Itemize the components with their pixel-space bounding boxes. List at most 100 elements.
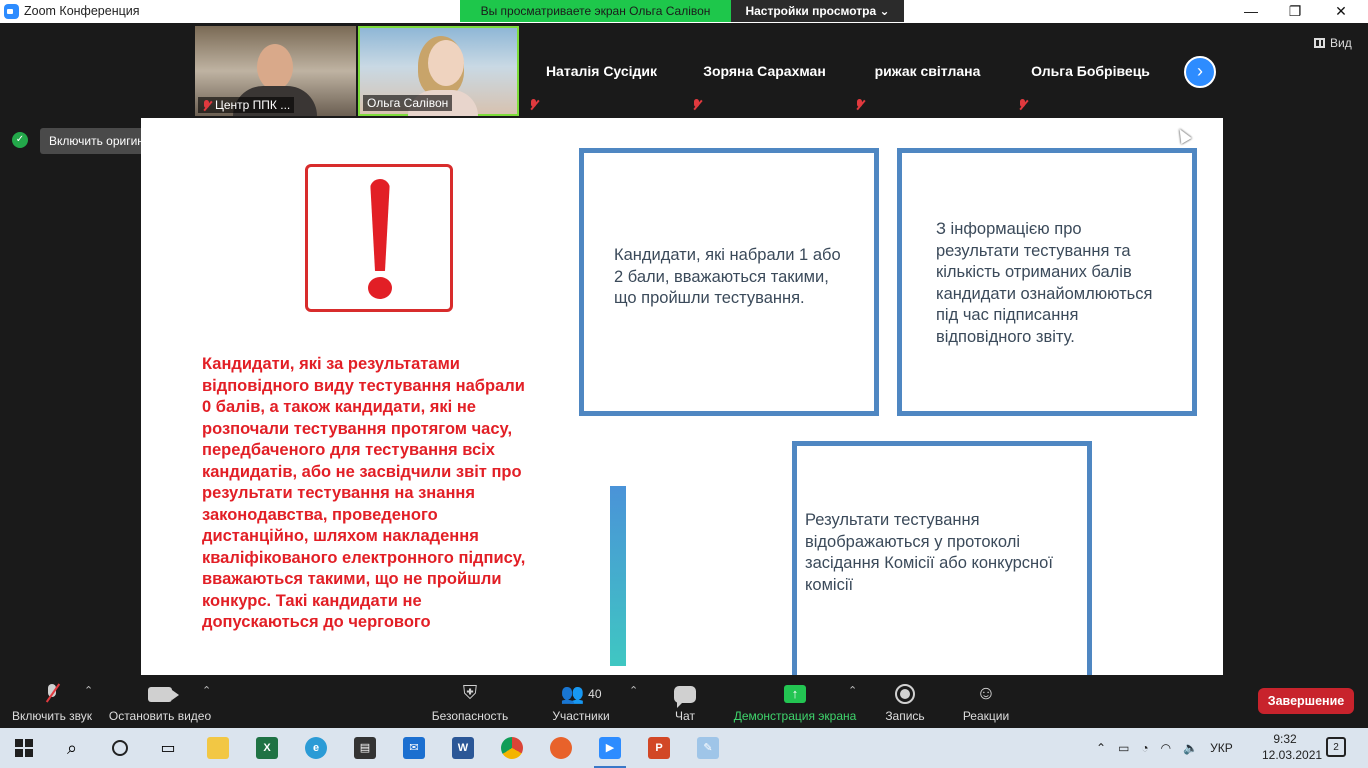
- start-button[interactable]: [0, 728, 48, 768]
- participants-options-caret[interactable]: ⌃: [629, 684, 638, 697]
- security-button[interactable]: ⛨ Безопасность: [428, 681, 512, 723]
- excel-icon: X: [256, 737, 278, 759]
- word-icon: W: [452, 737, 474, 759]
- participants-button[interactable]: 👥 40 Участники: [548, 681, 614, 723]
- microphone-muted-icon: [46, 684, 58, 704]
- participant-tile-name[interactable]: рижак світлана: [847, 26, 1008, 116]
- mic-muted-icon: [855, 99, 864, 110]
- search-icon: ⌕: [66, 737, 78, 758]
- paint-palette-icon: ✎: [697, 737, 719, 759]
- clock-date: 12.03.2021: [1262, 748, 1323, 762]
- share-screen-button[interactable]: ↑ Демонстрация экрана: [731, 681, 859, 723]
- participant-tile-video[interactable]: Центр ППК ...: [195, 26, 356, 116]
- taskbar-clock[interactable]: 9:32 12.03.2021: [1262, 731, 1323, 763]
- store-bag-icon: ▤: [354, 737, 376, 759]
- end-meeting-button[interactable]: Завершение: [1258, 688, 1354, 714]
- unmute-button[interactable]: Включить звук: [8, 681, 96, 723]
- participant-name: рижак світлана: [874, 63, 981, 79]
- participant-face: [257, 44, 293, 90]
- chevron-right-icon: ›: [1197, 61, 1203, 81]
- taskbar-file-explorer[interactable]: [194, 728, 242, 768]
- windows-taskbar: ⌕ ▭ X e ▤ ✉ W ▶ P ✎ ⌃ ▭ ◔ ◠ 🔈 УКР 9:32 1…: [0, 728, 1368, 768]
- participant-face: [428, 40, 464, 86]
- view-grid-icon: [1314, 38, 1325, 48]
- zoom-app-icon: [4, 4, 19, 19]
- participants-label: Участники: [552, 709, 610, 723]
- slide-info-box-2: З інформацією про результати тестування …: [897, 148, 1197, 416]
- record-icon: [895, 684, 915, 704]
- chat-button[interactable]: Чат: [665, 681, 705, 723]
- taskbar-word[interactable]: W: [439, 728, 487, 768]
- taskbar-store[interactable]: ▤: [341, 728, 389, 768]
- view-label: Вид: [1330, 36, 1352, 50]
- volume-icon[interactable]: 🔈: [1183, 741, 1198, 755]
- share-options-caret[interactable]: ⌃: [848, 684, 857, 697]
- slide-red-text: Кандидати, які за результатами відповідн…: [202, 355, 526, 631]
- video-camera-icon: [148, 686, 179, 702]
- restore-button[interactable]: ❐: [1272, 0, 1318, 23]
- stop-video-button[interactable]: Остановить видео: [106, 681, 214, 723]
- windows-logo-icon: [15, 739, 33, 757]
- reactions-button[interactable]: ☺ Реакции: [958, 681, 1014, 723]
- participant-name: Зоряна Сарахман: [703, 63, 826, 79]
- taskbar-mail[interactable]: ✉: [390, 728, 438, 768]
- cortana-button[interactable]: [96, 728, 144, 768]
- taskbar-paint[interactable]: ✎: [684, 728, 732, 768]
- taskbar-excel[interactable]: X: [243, 728, 291, 768]
- language-indicator[interactable]: УКР: [1210, 741, 1233, 755]
- wifi-icon[interactable]: ◠: [1161, 741, 1171, 755]
- presentation-icon: P: [648, 737, 670, 759]
- search-button[interactable]: ⌕: [48, 728, 96, 768]
- taskbar-presentation[interactable]: P: [635, 728, 683, 768]
- slide-info-box-1: Кандидати, які набрали 1 або 2 бали, вва…: [579, 148, 879, 416]
- mail-icon: ✉: [403, 737, 425, 759]
- reactions-label: Реакции: [962, 709, 1010, 723]
- mic-muted-icon: [692, 99, 701, 110]
- close-button[interactable]: ✕: [1318, 0, 1364, 23]
- taskbar-zoom[interactable]: ▶: [586, 728, 634, 768]
- edge-icon: e: [305, 737, 327, 759]
- task-view-button[interactable]: ▭: [144, 728, 192, 768]
- mic-muted-icon: [1018, 99, 1027, 110]
- cortana-circle-icon: [112, 740, 128, 756]
- audio-options-caret[interactable]: ⌃: [84, 684, 93, 697]
- share-screen-arrow-icon: ↑: [784, 685, 806, 703]
- participant-tile-name[interactable]: Зоряна Сарахман: [684, 26, 845, 116]
- viewing-screen-label: Вы просматриваете экран Ольга Салівон: [460, 0, 731, 22]
- video-options-caret[interactable]: ⌃: [202, 684, 211, 697]
- participant-name: Наталія Сусідик: [545, 63, 658, 79]
- chat-label: Чат: [675, 709, 695, 723]
- taskbar-firefox[interactable]: [537, 728, 585, 768]
- participant-name: Ольга Салівон: [367, 96, 449, 110]
- chat-bubble-icon: [674, 685, 696, 708]
- firefox-icon: [550, 737, 572, 759]
- stop-video-label: Остановить видео: [108, 709, 212, 723]
- participant-name: Ольга Бобрівець: [1031, 63, 1150, 79]
- tray-expand-icon[interactable]: ⌃: [1096, 741, 1106, 755]
- window-titlebar: Zoom Конференция Вы просматриваете экран…: [0, 0, 1368, 23]
- view-settings-button[interactable]: Настройки просмотра ⌄: [731, 0, 904, 22]
- network-icon[interactable]: ◔: [1141, 741, 1148, 755]
- view-button[interactable]: Вид: [1314, 36, 1352, 50]
- exclamation-warning-icon: [305, 164, 453, 312]
- zoom-icon: ▶: [599, 737, 621, 759]
- participants-icon: 👥: [560, 684, 585, 705]
- slide-info-box-3: Результати тестування відображаються у п…: [792, 441, 1092, 675]
- battery-icon[interactable]: ▭: [1118, 741, 1129, 755]
- record-button[interactable]: Запись: [880, 681, 930, 723]
- encryption-shield-icon[interactable]: ✓: [12, 132, 28, 148]
- taskbar-edge[interactable]: e: [292, 728, 340, 768]
- participant-name-tag: Ольга Салівон: [363, 95, 453, 111]
- mouse-cursor-icon: [1174, 125, 1192, 145]
- share-screen-label: Демонстрация экрана: [733, 709, 857, 723]
- participants-count: 40: [588, 687, 602, 701]
- participant-tile-video-active-speaker[interactable]: Ольга Салівон: [358, 26, 519, 116]
- participant-tile-name[interactable]: Наталія Сусідик: [521, 26, 682, 116]
- taskbar-chrome[interactable]: [488, 728, 536, 768]
- participant-tile-name[interactable]: Ольга Бобрівець: [1010, 26, 1171, 116]
- next-page-button[interactable]: ›: [1184, 56, 1216, 88]
- notifications-button[interactable]: 2: [1326, 737, 1346, 757]
- window-title: Zoom Конференция: [24, 4, 140, 18]
- minimize-button[interactable]: —: [1228, 0, 1274, 23]
- security-label: Безопасность: [431, 709, 509, 723]
